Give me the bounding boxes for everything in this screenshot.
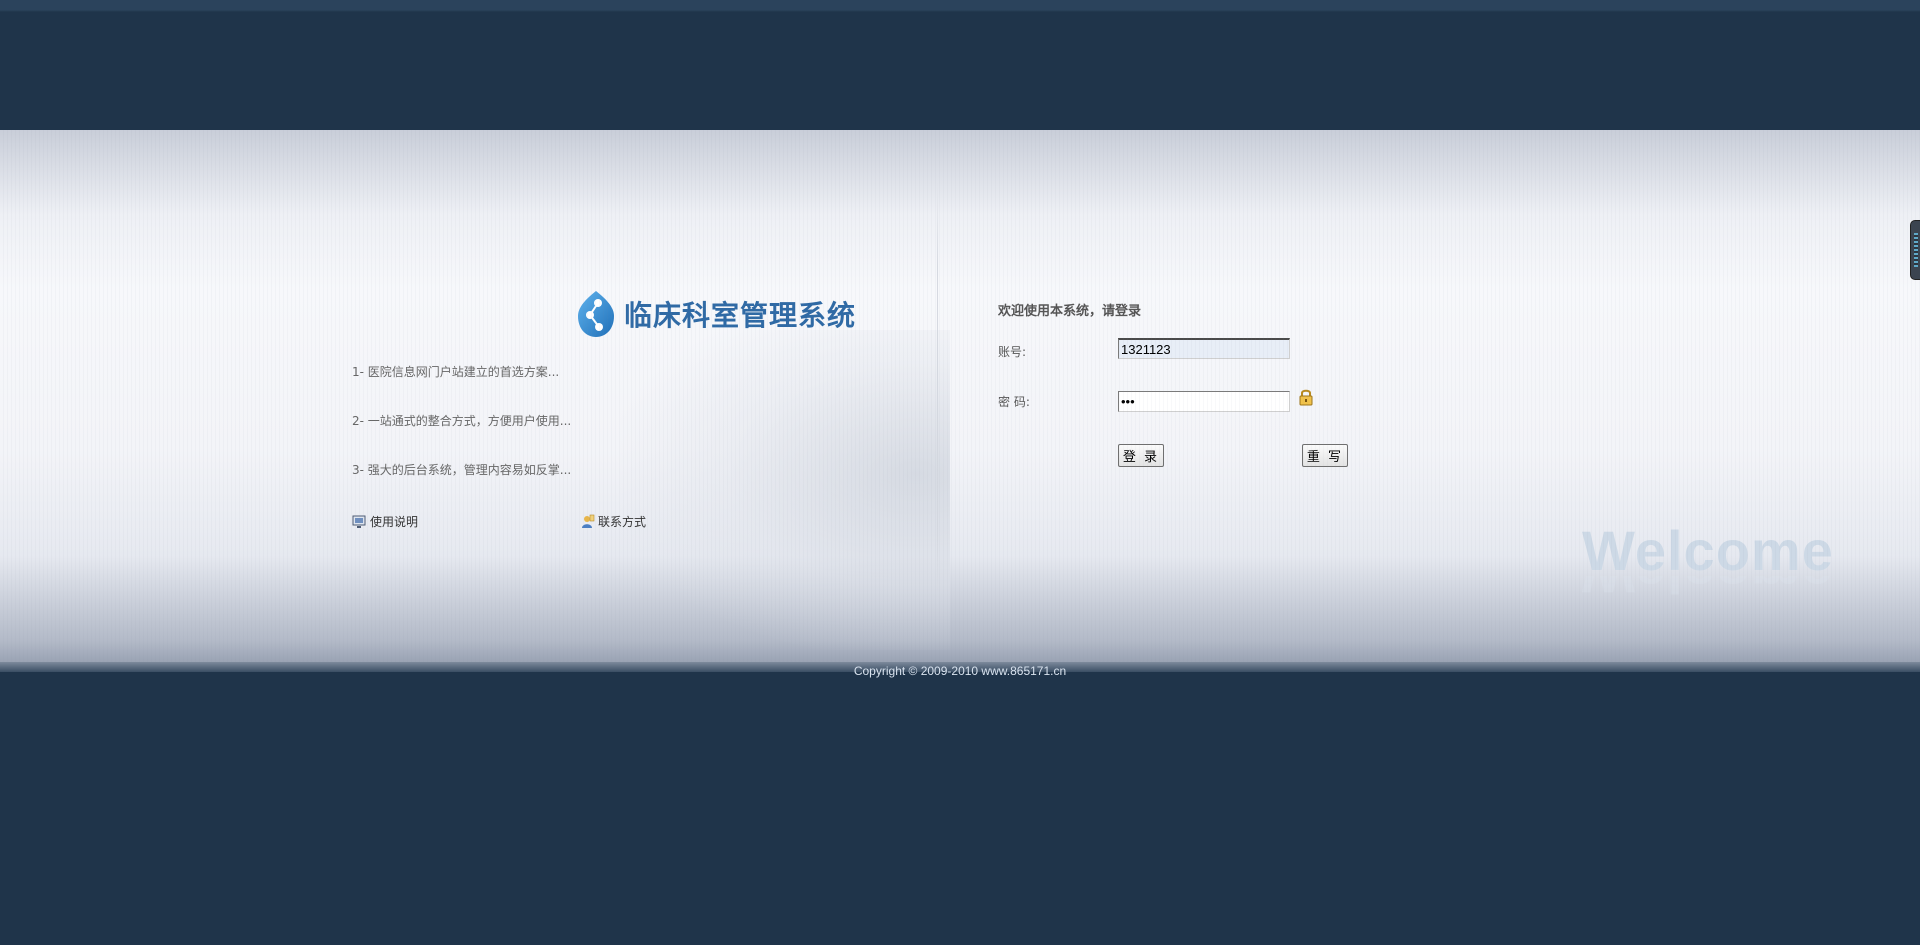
feature-item-1: 1- 医院信息网门户站建立的首选方案... <box>352 365 560 379</box>
monitor-icon <box>352 515 366 528</box>
system-title: 临床科室管理系统 <box>624 299 857 332</box>
feature-item-3: 3- 强大的后台系统，管理内容易如反掌... <box>352 463 572 477</box>
manual-link-label: 使用说明 <box>370 515 419 529</box>
contact-link-label: 联系方式 <box>598 515 647 529</box>
manual-link[interactable]: 使用说明 <box>352 513 418 530</box>
system-logo: 临床科室管理系统 <box>576 288 856 340</box>
feature-list: 1- 医院信息网门户站建立的首选方案... 2- 一站通式的整合方式，方便用户使… <box>352 364 571 511</box>
copyright-text: Copyright © 2009-2010 www.865171.cn <box>853 664 1067 678</box>
account-label: 账号: <box>998 345 1027 359</box>
login-form: 欢迎使用本系统，请登录 账号: 密 码: 登 录 重 写 <box>998 300 1348 467</box>
welcome-watermark: Welcome <box>1582 519 1834 582</box>
login-welcome-text: 欢迎使用本系统，请登录 <box>998 304 1142 319</box>
feature-item-2: 2- 一站通式的整合方式，方便用户使用... <box>352 414 572 428</box>
login-panel: 临床科室管理系统 1- 医院信息网门户站建立的首选方案... 2- 一站通式的整… <box>0 130 1920 662</box>
contact-link[interactable]: 联系方式 <box>580 513 646 530</box>
panel-divider <box>937 180 938 610</box>
reset-button[interactable]: 重 写 <box>1302 444 1348 467</box>
user-contact-icon <box>582 514 595 528</box>
login-button[interactable]: 登 录 <box>1118 444 1164 467</box>
lock-icon <box>1299 389 1313 406</box>
help-links: 使用说明 联系方式 <box>352 513 682 533</box>
side-panel-handle[interactable] <box>1910 220 1920 280</box>
top-header-band <box>0 0 1920 130</box>
logo-mark-icon <box>578 291 614 337</box>
password-input[interactable] <box>1118 391 1290 412</box>
password-label: 密 码: <box>998 395 1030 409</box>
decorative-glow <box>620 330 950 650</box>
welcome-watermark-reflection: Welcome <box>1582 576 1834 606</box>
account-input[interactable] <box>1118 338 1290 359</box>
